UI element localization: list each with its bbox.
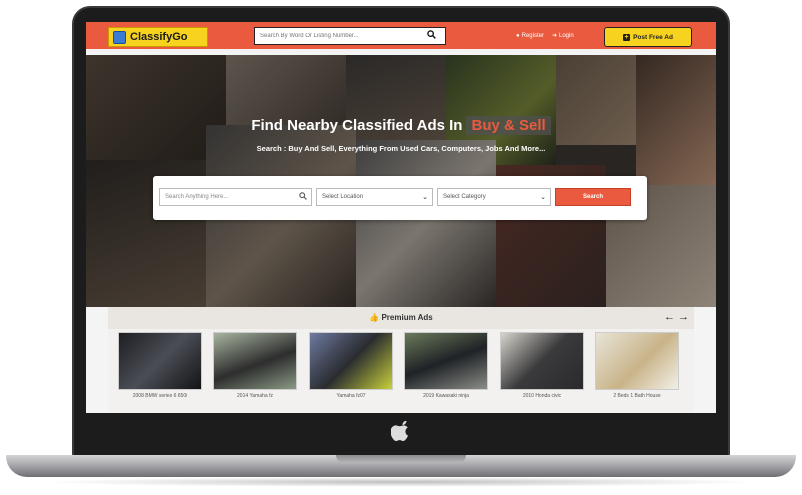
logo-text: ClassifyGo (130, 31, 188, 43)
arrow-left-icon[interactable]: ← (664, 311, 675, 323)
location-select-value: Select Location (322, 194, 364, 200)
hero-section: Find Nearby Classified Ads In Buy & Sell … (86, 55, 716, 307)
apple-logo-shape (390, 420, 408, 441)
register-link[interactable]: ● Register (516, 32, 544, 39)
ad-title[interactable]: 2014 Yamaha fz (213, 393, 297, 399)
hero-search-panel: Search Anything Here... Select Location … (153, 176, 647, 220)
header-search-box[interactable] (254, 27, 446, 45)
register-label: Register (521, 32, 544, 39)
ad-image[interactable] (213, 332, 297, 390)
hero-title-highlight: Buy & Sell (466, 116, 551, 135)
header-search-input[interactable] (255, 33, 425, 39)
post-ad-label: Post Free Ad (633, 33, 673, 41)
hero-subtitle: Search : Buy And Sell, Everything From U… (256, 144, 546, 153)
premium-ads-title: 👍 Premium Ads (108, 313, 694, 322)
ad-image[interactable] (500, 332, 584, 390)
login-icon: ➜ (551, 33, 557, 39)
ad-title[interactable]: 2 Beds 1 Bath House (595, 393, 679, 399)
login-link[interactable]: ➜ Login (551, 32, 574, 40)
login-label: Login (559, 32, 574, 39)
ad-image[interactable] (309, 332, 393, 390)
plus-icon: + (623, 33, 631, 41)
logo-icon (113, 30, 126, 44)
search-icon (299, 192, 307, 202)
laptop-hinge-notch (336, 455, 466, 463)
premium-ad-card[interactable]: Yamaha fz07 (309, 332, 393, 399)
ad-image[interactable] (595, 332, 679, 390)
laptop-shadow (40, 477, 762, 487)
ad-image[interactable] (118, 332, 202, 390)
ad-title[interactable]: Yamaha fz07 (309, 393, 393, 399)
post-free-ad-button[interactable]: + Post Free Ad (604, 27, 692, 47)
header-nav: ● Register ➜ Login (516, 32, 574, 40)
search-icon[interactable] (427, 30, 436, 42)
premium-ads-section: 👍 Premium Ads ← → 2008 BMW series 6 650i… (108, 307, 694, 413)
premium-ad-card[interactable]: 2008 BMW series 6 650i (118, 332, 202, 399)
thumbs-up-icon: 👍 (369, 313, 380, 322)
hero-search-placeholder: Search Anything Here... (165, 194, 229, 200)
laptop-screen: ClassifyGo ● Register ➜ Login + Post Fre… (86, 22, 716, 413)
apple-logo-icon (387, 420, 413, 447)
category-select-value: Select Category (443, 194, 486, 200)
premium-ad-card[interactable]: 2014 Yamaha fz (213, 332, 297, 399)
location-select[interactable]: Select Location ⌄ (316, 188, 433, 206)
hero-search-input[interactable]: Search Anything Here... (159, 188, 312, 206)
site-logo[interactable]: ClassifyGo (108, 27, 208, 47)
ad-title[interactable]: 2019 Kawasaki ninja (404, 393, 488, 399)
ad-image[interactable] (404, 332, 488, 390)
search-icon-shape (427, 30, 436, 39)
arrow-right-icon[interactable]: → (678, 311, 689, 323)
ad-title[interactable]: 2008 BMW series 6 650i (118, 393, 202, 399)
hero-search-button[interactable]: Search (555, 188, 631, 206)
hero-title: Find Nearby Classified Ads In Buy & Sell (86, 116, 716, 135)
category-select[interactable]: Select Category ⌄ (437, 188, 551, 206)
hero-title-text: Find Nearby Classified Ads In (251, 117, 463, 134)
ad-title[interactable]: 2010 Honda civic (500, 393, 584, 399)
search-icon-shape (299, 192, 307, 200)
site-header: ClassifyGo ● Register ➜ Login + Post Fre… (86, 22, 716, 52)
premium-ad-card[interactable]: 2019 Kawasaki ninja (404, 332, 488, 399)
chevron-down-icon: ⌄ (540, 194, 546, 201)
premium-ad-card[interactable]: 2 Beds 1 Bath House (595, 332, 679, 399)
premium-ads-title-text: Premium Ads (381, 313, 433, 322)
user-icon: ● (516, 32, 520, 39)
chevron-down-icon: ⌄ (422, 194, 428, 201)
premium-ad-card[interactable]: 2010 Honda civic (500, 332, 584, 399)
